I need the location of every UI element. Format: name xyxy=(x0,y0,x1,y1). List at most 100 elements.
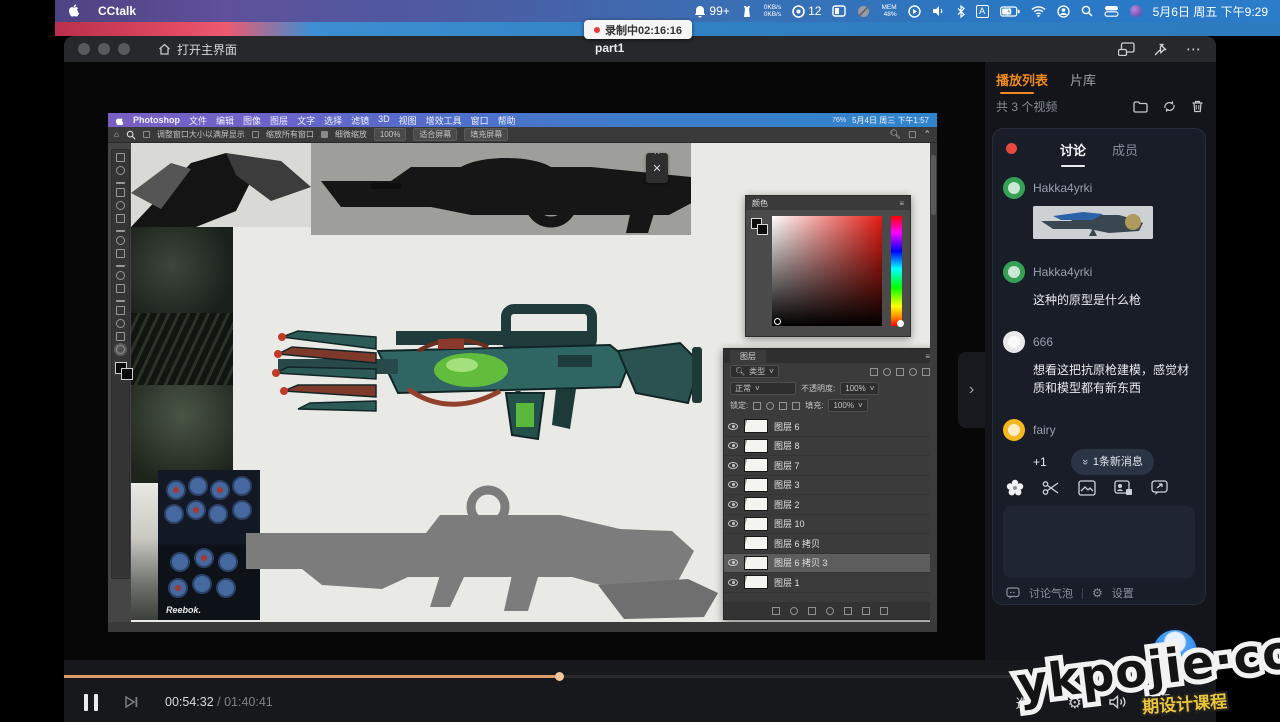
pause-button[interactable] xyxy=(80,690,102,715)
message-image-thumbnail[interactable] xyxy=(1033,206,1153,239)
ps-tool-icon[interactable] xyxy=(116,179,125,184)
layer-visibility-eye-icon[interactable] xyxy=(728,579,738,586)
tab-library[interactable]: 片库 xyxy=(1070,70,1096,89)
ps-tool-icon[interactable] xyxy=(116,262,125,267)
chat-message[interactable]: Hakka4yrki xyxy=(1003,177,1197,239)
spotlight-search-icon[interactable] xyxy=(1081,5,1093,17)
color-picker-marker[interactable] xyxy=(774,318,781,325)
layer-visibility-eye-icon[interactable] xyxy=(728,462,738,469)
lock-pixels-icon[interactable] xyxy=(766,402,774,410)
layers-tab[interactable]: 图层 xyxy=(730,350,766,363)
minimize-window-button[interactable] xyxy=(98,43,110,55)
layer-row[interactable]: 图层 7 xyxy=(724,456,936,476)
ps-tool-icon[interactable] xyxy=(116,188,125,197)
layer-row[interactable]: 图层 1 xyxy=(724,573,936,593)
opacity-dropdown[interactable]: 100% ˅ xyxy=(840,382,879,395)
layer-visibility-eye-icon[interactable] xyxy=(728,501,738,508)
layer-thumbnail[interactable] xyxy=(744,575,768,589)
settings-gear-icon[interactable]: ⚙ xyxy=(1092,586,1103,600)
layer-thumbnail[interactable] xyxy=(744,439,768,453)
switch-control-icon[interactable] xyxy=(1104,5,1119,17)
layer-row[interactable]: 图层 6 xyxy=(724,417,936,437)
ps-tool-icon[interactable] xyxy=(116,236,125,245)
layer-thumbnail[interactable] xyxy=(744,556,768,570)
ps-tool-icon[interactable] xyxy=(116,306,125,315)
hue-marker[interactable] xyxy=(897,320,904,327)
ps-resize-checkbox[interactable] xyxy=(143,131,150,138)
ps-tool-icon[interactable] xyxy=(116,227,125,232)
ps-zoom-tool-active-icon[interactable] xyxy=(116,345,125,354)
ps-tool-icon[interactable] xyxy=(116,319,125,328)
share-bubble-icon[interactable] xyxy=(1151,480,1169,496)
ps-menu-item[interactable]: 帮助 xyxy=(498,114,516,127)
floating-help-button[interactable] xyxy=(1153,630,1197,674)
user-circle-icon[interactable] xyxy=(1057,5,1070,18)
ps-vertical-scrollbar[interactable] xyxy=(930,143,937,622)
ps-menu-item[interactable]: 增效工具 xyxy=(426,114,462,127)
screenshot-scissors-icon[interactable] xyxy=(1042,480,1060,496)
pin-icon[interactable] xyxy=(1153,42,1168,57)
bluetooth-icon[interactable] xyxy=(957,5,965,18)
layer-thumbnail[interactable] xyxy=(744,478,768,492)
layer-row[interactable]: 图层 6 拷贝 xyxy=(724,534,936,554)
ps-menu-item[interactable]: 编辑 xyxy=(216,114,234,127)
loop-mode-icon[interactable] xyxy=(1162,100,1177,113)
ps-menu-item[interactable]: 窗口 xyxy=(471,114,489,127)
video-player-area[interactable]: Photoshop 文件编辑图像图层文字选择滤镜3D视图增效工具窗口帮助 76%… xyxy=(64,62,985,660)
cpu-meter[interactable]: 12 xyxy=(792,4,821,18)
avatar[interactable] xyxy=(1003,419,1025,441)
chat-message[interactable]: fairy +1 »1条新消息 xyxy=(1003,419,1197,475)
ps-tool-icon[interactable] xyxy=(116,166,125,175)
play-circle-icon[interactable] xyxy=(908,5,921,18)
next-episode-button[interactable] xyxy=(124,695,139,709)
chat-input[interactable] xyxy=(1003,506,1195,578)
layers-panel-footer[interactable] xyxy=(724,602,936,619)
network-speed[interactable]: 0KB/s0KB/s xyxy=(764,4,781,18)
close-window-button[interactable] xyxy=(78,43,90,55)
lock-position-icon[interactable] xyxy=(779,402,787,410)
sidebar-collapse-handle[interactable]: › xyxy=(958,352,985,428)
ps-tool-icon[interactable] xyxy=(116,201,125,210)
tab-playlist[interactable]: 播放列表 xyxy=(996,70,1048,94)
ps-menu-item[interactable]: 滤镜 xyxy=(351,114,369,127)
layer-row[interactable]: 图层 10 xyxy=(724,515,936,535)
layer-filter-icons[interactable] xyxy=(870,368,930,376)
layer-visibility-eye-icon[interactable] xyxy=(728,559,738,566)
trash-icon[interactable] xyxy=(1191,100,1204,113)
bubble-toggle-icon[interactable] xyxy=(1006,587,1020,599)
progress-bar[interactable] xyxy=(64,675,1216,678)
ps-scrubby-checkbox[interactable] xyxy=(321,131,328,138)
fullscreen-icon[interactable] xyxy=(1153,694,1170,710)
color-hue-strip[interactable] xyxy=(891,216,902,326)
volume-menubar-icon[interactable] xyxy=(932,5,946,17)
tab-members[interactable]: 成员 xyxy=(1112,140,1138,159)
ps-menu-item[interactable]: 文字 xyxy=(297,114,315,127)
app-dot-icon[interactable] xyxy=(1130,5,1142,17)
layer-visibility-eye-icon[interactable] xyxy=(728,481,738,488)
memory-meter[interactable]: MEM48% xyxy=(881,4,896,18)
layer-row[interactable]: 图层 6 拷贝 3 xyxy=(724,554,936,574)
folder-icon[interactable] xyxy=(1133,100,1148,113)
traffic-lights[interactable] xyxy=(78,43,130,55)
picture-in-picture-icon[interactable] xyxy=(1118,42,1135,56)
input-method-badge[interactable]: A xyxy=(976,5,989,18)
ps-menu-item[interactable]: 文件 xyxy=(189,114,207,127)
shirt-icon[interactable] xyxy=(741,5,753,18)
ps-tool-icon[interactable] xyxy=(116,249,125,258)
fill-dropdown[interactable]: 100% ˅ xyxy=(828,399,867,412)
chat-message[interactable]: 666 想看这把抗原枪建模，感觉材质和模型都有新东西 xyxy=(1003,331,1197,397)
layer-visibility-eye-icon[interactable] xyxy=(728,442,738,449)
ps-menu-item[interactable]: 图层 xyxy=(270,114,288,127)
progress-handle[interactable] xyxy=(555,672,564,681)
ps-home-icon[interactable]: ⌂ xyxy=(114,130,119,139)
member-picture-icon[interactable] xyxy=(1114,480,1133,496)
avatar[interactable] xyxy=(1003,331,1025,353)
layer-thumbnail[interactable] xyxy=(744,497,768,511)
layer-filter-dropdown[interactable]: 🔍︎ 类型 ˅ xyxy=(730,365,779,378)
ps-tool-icon[interactable] xyxy=(116,284,125,293)
new-message-pill[interactable]: »1条新消息 xyxy=(1071,449,1154,475)
ps-tool-icon[interactable] xyxy=(116,297,125,302)
chat-message[interactable]: Hakka4yrki 这种的原型是什么枪 xyxy=(1003,261,1197,309)
ps-tool-icon[interactable] xyxy=(116,153,125,162)
ps-app-menu[interactable]: Photoshop xyxy=(133,115,180,125)
